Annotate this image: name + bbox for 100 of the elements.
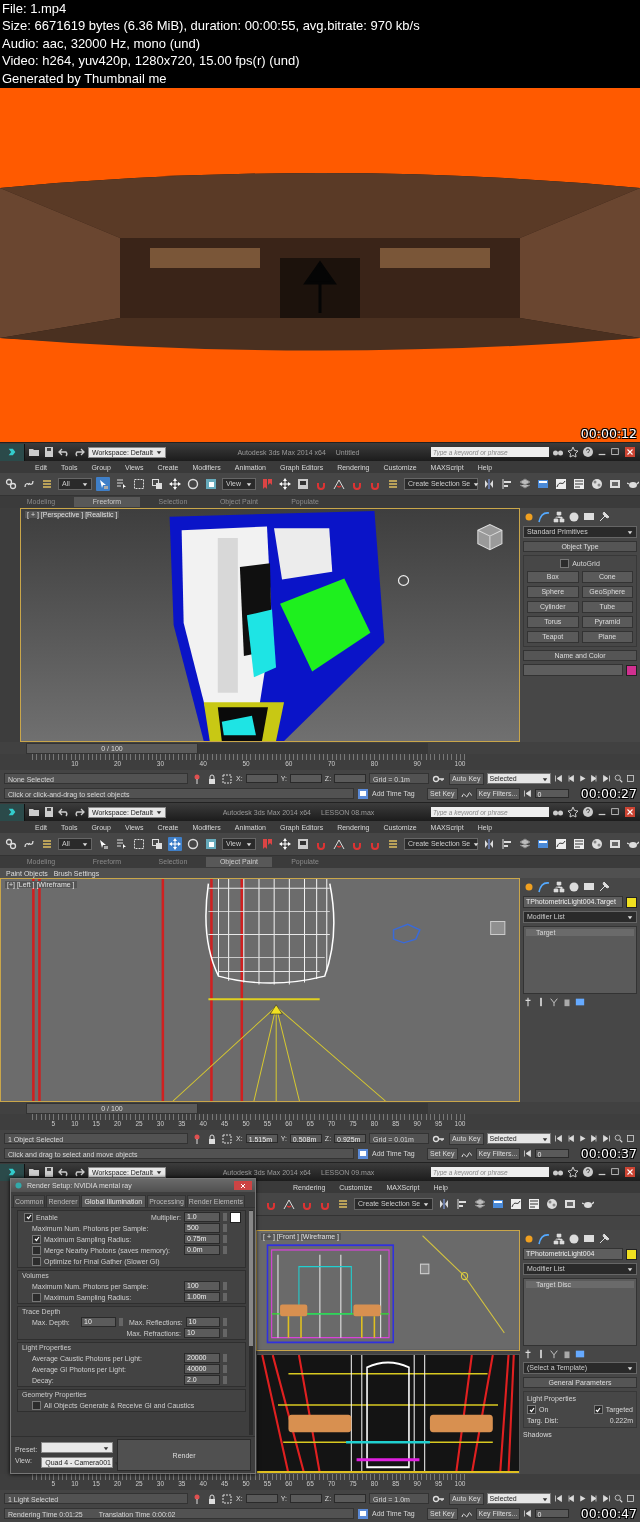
coordinate-field[interactable] bbox=[289, 1494, 322, 1503]
hierarchy-icon[interactable] bbox=[553, 881, 565, 893]
circle-icon[interactable] bbox=[568, 881, 580, 893]
move-icon[interactable] bbox=[278, 837, 292, 851]
mirror-icon[interactable] bbox=[482, 477, 496, 491]
align-icon[interactable] bbox=[500, 477, 514, 491]
zoom-icon[interactable] bbox=[613, 774, 623, 783]
circle-icon[interactable] bbox=[568, 511, 580, 523]
move-icon[interactable] bbox=[278, 477, 292, 491]
curve-icon[interactable] bbox=[538, 881, 550, 893]
undo-icon[interactable] bbox=[58, 1166, 70, 1178]
hierarchy-icon[interactable] bbox=[553, 1233, 565, 1245]
config-icon[interactable] bbox=[575, 997, 585, 1007]
previous-frame-icon[interactable] bbox=[565, 1494, 575, 1503]
material-icon[interactable] bbox=[545, 1197, 560, 1211]
next-frame-icon[interactable] bbox=[589, 1134, 599, 1143]
checkbox[interactable] bbox=[24, 1212, 33, 1222]
star-icon[interactable] bbox=[567, 446, 579, 458]
coordinate-field[interactable] bbox=[245, 1494, 278, 1503]
layers-icon[interactable] bbox=[473, 1197, 488, 1211]
selection-toggle-icon[interactable] bbox=[221, 772, 233, 785]
material-icon[interactable] bbox=[590, 837, 604, 851]
lock-icon[interactable] bbox=[206, 772, 218, 785]
mirror-icon[interactable] bbox=[482, 837, 496, 851]
rotate-icon[interactable] bbox=[186, 837, 200, 851]
maximize-icon[interactable] bbox=[610, 447, 620, 457]
scale-icon[interactable] bbox=[204, 837, 218, 851]
go-to-end-icon[interactable] bbox=[601, 1134, 611, 1143]
time-tag-icon[interactable] bbox=[357, 1507, 369, 1520]
view-cube-icon[interactable] bbox=[477, 523, 503, 551]
color-swatch[interactable] bbox=[626, 1248, 637, 1260]
time-tag-icon[interactable] bbox=[357, 1147, 369, 1160]
maximize-icon[interactable] bbox=[610, 807, 620, 817]
star-icon[interactable] bbox=[567, 806, 579, 818]
save-icon[interactable] bbox=[43, 446, 55, 458]
preset-dropdown[interactable] bbox=[41, 1442, 114, 1453]
select-icon[interactable] bbox=[96, 477, 110, 491]
time-tag-icon[interactable] bbox=[357, 787, 369, 800]
app-logo[interactable] bbox=[0, 803, 25, 821]
undo-icon[interactable] bbox=[58, 806, 70, 818]
maximize-icon[interactable] bbox=[610, 1167, 620, 1177]
hammer-icon[interactable] bbox=[598, 1233, 610, 1245]
curve-icon[interactable] bbox=[538, 1233, 550, 1245]
redo-icon[interactable] bbox=[73, 1166, 85, 1178]
checkbox[interactable] bbox=[560, 559, 570, 568]
checkbox[interactable] bbox=[32, 1234, 41, 1244]
go-to-end-icon[interactable] bbox=[601, 774, 611, 783]
ribbon-icon[interactable] bbox=[536, 837, 550, 851]
layers-icon[interactable] bbox=[518, 837, 532, 851]
previous-frame-icon[interactable] bbox=[565, 1134, 575, 1143]
play-icon[interactable] bbox=[577, 1494, 587, 1503]
help-icon[interactable] bbox=[582, 806, 594, 818]
bind-icon[interactable] bbox=[40, 477, 54, 491]
selection-toggle-icon[interactable] bbox=[221, 1492, 233, 1505]
monitor-icon[interactable] bbox=[583, 881, 595, 893]
save-icon[interactable] bbox=[43, 806, 55, 818]
color-swatch[interactable] bbox=[230, 1211, 241, 1223]
config-icon[interactable] bbox=[575, 1349, 585, 1359]
schematic-icon[interactable] bbox=[572, 837, 586, 851]
coordinate-field[interactable] bbox=[289, 774, 322, 783]
scrollbar[interactable] bbox=[249, 1210, 253, 1435]
previous-frame-icon[interactable] bbox=[565, 774, 575, 783]
go-to-end-icon[interactable] bbox=[601, 1494, 611, 1503]
next-frame-icon[interactable] bbox=[589, 774, 599, 783]
lock-icon[interactable] bbox=[206, 1492, 218, 1505]
color-swatch[interactable] bbox=[626, 664, 637, 676]
save-icon[interactable] bbox=[43, 1166, 55, 1178]
rectangle-select-icon[interactable] bbox=[132, 477, 146, 491]
checkbox[interactable] bbox=[32, 1292, 41, 1302]
play-icon[interactable] bbox=[577, 1134, 587, 1143]
angle-snap-icon[interactable] bbox=[332, 837, 346, 851]
key-mode-icon[interactable] bbox=[522, 1509, 532, 1518]
rotate-icon[interactable] bbox=[186, 477, 200, 491]
folder-icon[interactable] bbox=[28, 806, 40, 818]
select-by-name-icon[interactable] bbox=[114, 837, 128, 851]
zoom-extents-icon[interactable] bbox=[625, 774, 635, 783]
select-by-name-icon[interactable] bbox=[114, 477, 128, 491]
circle-icon[interactable] bbox=[568, 1233, 580, 1245]
lock-icon[interactable] bbox=[206, 1132, 218, 1145]
help-icon[interactable] bbox=[582, 1166, 594, 1178]
name-field[interactable] bbox=[523, 664, 623, 676]
zoom-extents-icon[interactable] bbox=[625, 1494, 635, 1503]
play-icon[interactable] bbox=[577, 774, 587, 783]
pin-icon[interactable] bbox=[523, 997, 533, 1007]
coordinate-field[interactable] bbox=[334, 774, 367, 783]
ribbon-icon[interactable] bbox=[536, 477, 550, 491]
layers-icon[interactable] bbox=[518, 477, 532, 491]
app-logo[interactable] bbox=[0, 443, 25, 461]
window-crossing-icon[interactable] bbox=[150, 837, 164, 851]
coordinate-field[interactable] bbox=[334, 1494, 367, 1503]
app-logo[interactable] bbox=[0, 1163, 25, 1181]
close-icon[interactable] bbox=[623, 447, 637, 457]
angle-snap-icon[interactable] bbox=[282, 1197, 296, 1211]
zoom-extents-icon[interactable] bbox=[625, 1134, 635, 1143]
curve-editor-icon[interactable] bbox=[554, 477, 568, 491]
hierarchy-icon[interactable] bbox=[553, 511, 565, 523]
close-icon[interactable] bbox=[623, 807, 637, 817]
link-icon[interactable] bbox=[4, 837, 18, 851]
checkbox[interactable] bbox=[32, 1400, 41, 1410]
redo-icon[interactable] bbox=[73, 806, 85, 818]
